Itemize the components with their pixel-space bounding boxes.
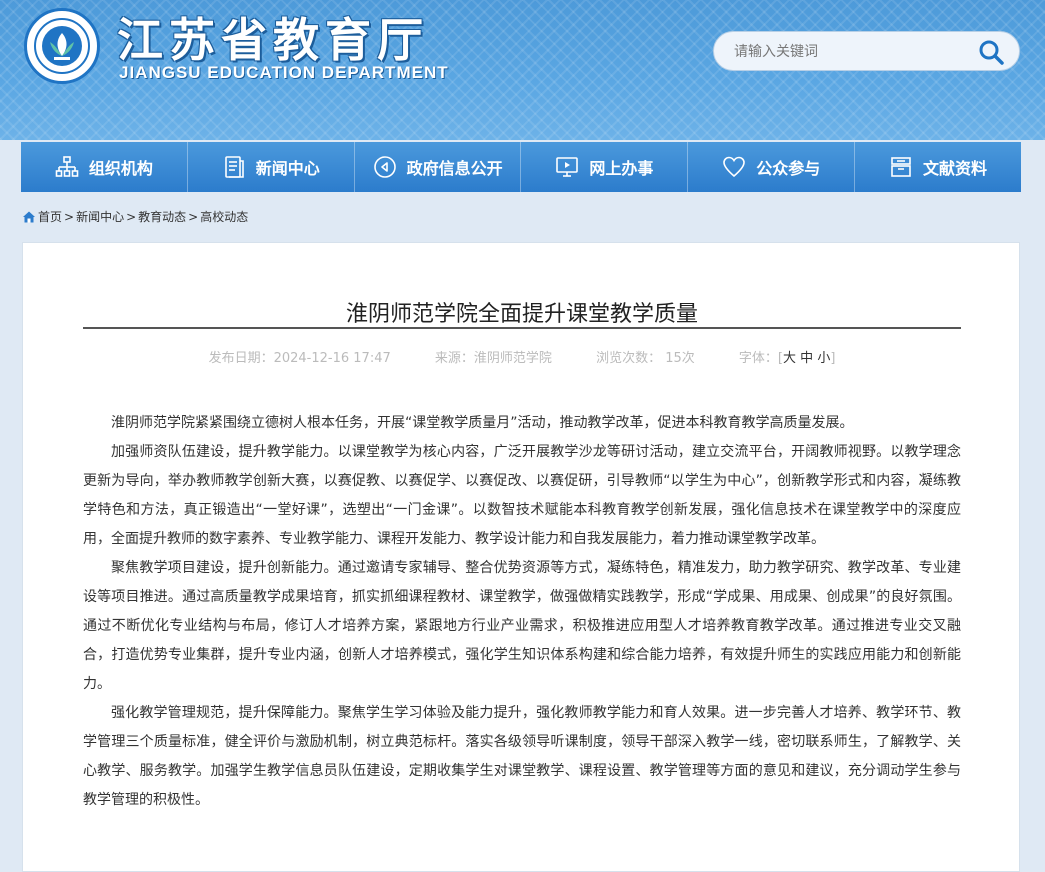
breadcrumb-separator: >	[188, 209, 199, 224]
source-label: 来源：	[434, 351, 474, 366]
logo[interactable]	[24, 8, 100, 84]
nav-item-news[interactable]: 新闻中心	[188, 142, 355, 192]
paragraph: 加强师资队伍建设，提升教学能力。以课堂教学为核心内容，广泛开展教学沙龙等研讨活动…	[83, 444, 961, 547]
heart-icon	[723, 156, 746, 178]
nav-label: 文献资料	[923, 159, 988, 178]
source: 来源：淮阴师范学院	[435, 351, 552, 366]
nav-item-docs[interactable]: 文献资料	[855, 142, 1021, 192]
breadcrumb-separator: >	[126, 209, 137, 224]
publish-label: 发布日期：	[208, 351, 274, 366]
font-size-small[interactable]: 小	[817, 351, 830, 366]
breadcrumb-home[interactable]: 首页	[38, 208, 62, 225]
breadcrumb: 首页 > 新闻中心 > 教育动态 > 高校动态	[22, 208, 248, 225]
article-panel: 淮阴师范学院全面提升课堂教学质量 发布日期：2024-12-16 17:47 来…	[22, 242, 1020, 872]
font-size-label: 字体：	[738, 351, 778, 366]
views-value: 15次	[665, 351, 695, 366]
nav-item-public[interactable]: 公众参与	[688, 142, 856, 192]
breadcrumb-separator: >	[64, 209, 75, 224]
breadcrumb-news-center[interactable]: 新闻中心	[76, 208, 124, 225]
font-size-large[interactable]: 大	[783, 351, 796, 366]
search-button[interactable]	[977, 38, 1005, 66]
article-meta: 发布日期：2024-12-16 17:47 来源：淮阴师范学院 浏览次数： 15…	[83, 347, 961, 366]
speaker-icon	[373, 156, 396, 178]
article-title: 淮阴师范学院全面提升课堂教学质量	[345, 301, 698, 327]
publish-date: 发布日期：2024-12-16 17:47	[209, 351, 391, 366]
article-body: 淮阴师范学院紧紧围绕立德树人根本任务，开展“课堂教学质量月”活动，推动教学改革，…	[83, 409, 961, 815]
nav-item-gov-info[interactable]: 政府信息公开	[355, 142, 522, 192]
publish-date-value: 2024-12-16 17:47	[273, 351, 391, 366]
search-icon	[979, 40, 1004, 65]
home-icon	[23, 211, 35, 222]
views-label: 浏览次数：	[596, 351, 662, 366]
org-chart-icon	[55, 156, 79, 177]
paragraph: 聚焦教学项目建设，提升创新能力。通过邀请专家辅导、整合优势资源等方式，凝练特色，…	[83, 560, 961, 692]
monitor-icon	[556, 157, 579, 177]
font-size-medium[interactable]: 中	[800, 351, 813, 366]
nav-label: 公众参与	[756, 159, 821, 178]
search-input[interactable]	[732, 32, 976, 72]
source-value: 淮阴师范学院	[473, 351, 552, 366]
font-size-control: 字体：[大 中 小]	[738, 351, 836, 366]
nav-label: 政府信息公开	[406, 159, 503, 178]
site-title: 江苏省教育厅	[117, 13, 429, 67]
nav-item-online-service[interactable]: 网上办事	[521, 142, 689, 192]
main-nav: 组织机构 新闻中心 政府信息公开 网上办事 公众参与 文献资料	[21, 142, 1021, 192]
site-header: 江苏省教育厅 JIANGSU EDUCATION DEPARTMENT	[0, 0, 1045, 140]
paragraph: 强化教学管理规范，提升保障能力。聚焦学生学习体验及能力提升，强化教师教学能力和育…	[83, 705, 961, 808]
title-divider	[83, 327, 961, 329]
breadcrumb-university-news[interactable]: 高校动态	[200, 208, 248, 225]
view-count: 浏览次数： 15次	[596, 351, 695, 366]
paragraph: 淮阴师范学院紧紧围绕立德树人根本任务，开展“课堂教学质量月”活动，推动教学改革，…	[111, 415, 854, 431]
document-icon	[224, 156, 244, 178]
archive-icon	[891, 157, 911, 177]
nav-item-org[interactable]: 组织机构	[21, 142, 188, 192]
search-box	[713, 31, 1020, 72]
site-subtitle: JIANGSU EDUCATION DEPARTMENT	[119, 63, 449, 82]
nav-label: 网上办事	[589, 159, 654, 178]
breadcrumb-education-news[interactable]: 教育动态	[138, 208, 186, 225]
logo-emblem-icon	[34, 18, 90, 74]
nav-label: 新闻中心	[255, 159, 320, 178]
nav-label: 组织机构	[88, 159, 153, 178]
